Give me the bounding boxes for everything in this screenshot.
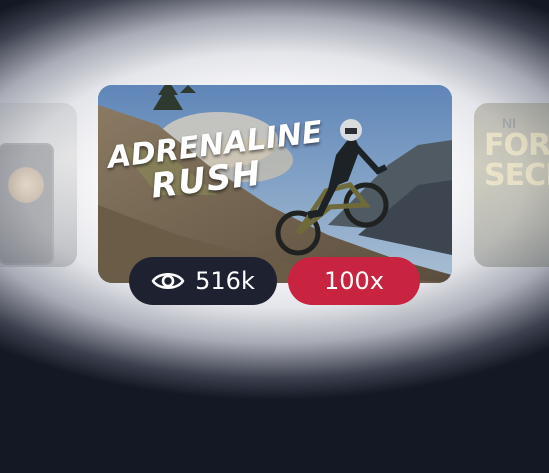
carousel-card-active[interactable]: ADRENALINE RUSH <box>98 85 452 283</box>
eye-icon <box>151 270 185 292</box>
carousel-card-previous[interactable] <box>0 103 77 267</box>
food-image <box>8 167 44 203</box>
phone-thumbnail-image <box>0 143 54 265</box>
multiplier-button[interactable]: 100x <box>288 257 420 305</box>
carousel-card-next[interactable]: NI FORT SECI <box>474 103 549 267</box>
multiplier-label: 100x <box>323 267 384 295</box>
views-count: 516k <box>195 267 255 295</box>
next-card-title: FORT SECI <box>484 128 549 193</box>
views-badge: 516k <box>129 257 277 305</box>
